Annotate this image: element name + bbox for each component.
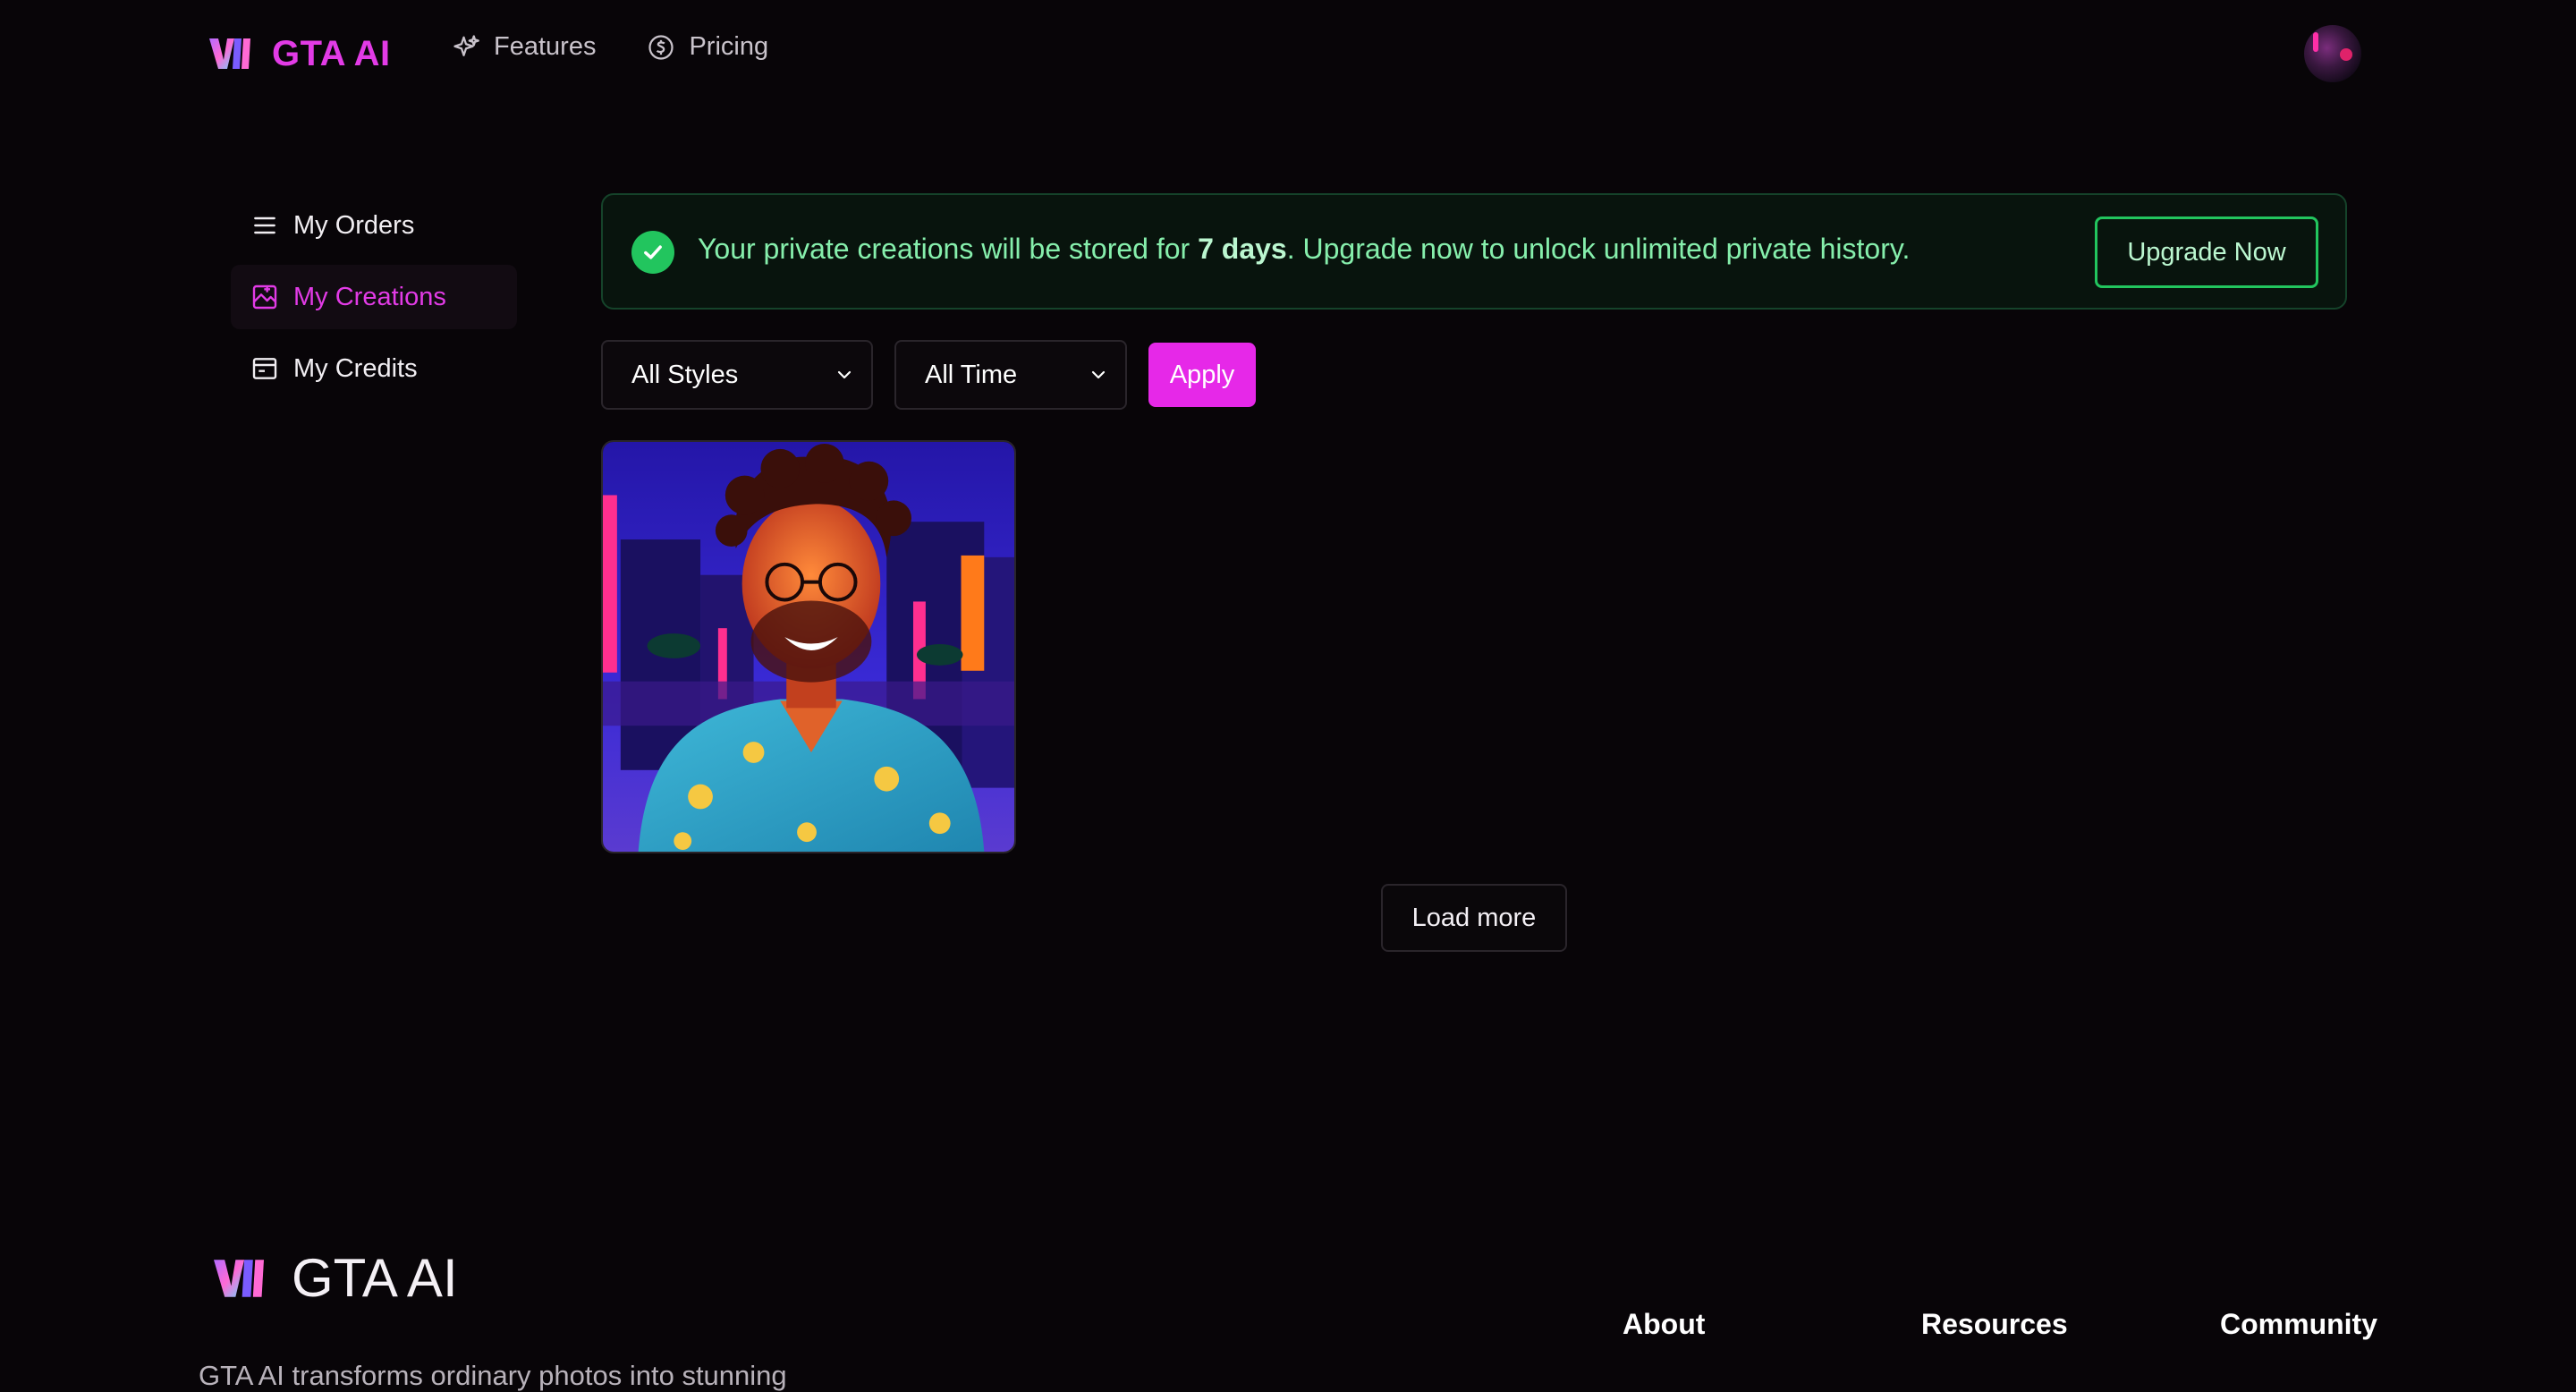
check-circle-icon (631, 231, 674, 274)
account-sidebar: My Orders My Creations My Credits (231, 193, 517, 408)
footer-description: GTA AI transforms ordinary photos into s… (199, 1360, 787, 1391)
sidebar-item-my-credits[interactable]: My Credits (231, 336, 517, 401)
main-nav: Features Pricing (453, 32, 768, 62)
sidebar-item-label: My Credits (293, 353, 418, 383)
notice-retention-period: 7 days (1198, 233, 1287, 265)
creation-thumbnail (603, 442, 1014, 852)
load-more-button[interactable]: Load more (1381, 884, 1567, 952)
nav-features[interactable]: Features (453, 32, 596, 62)
sidebar-item-my-creations[interactable]: My Creations (231, 265, 517, 329)
sidebar-item-my-orders[interactable]: My Orders (231, 193, 517, 258)
style-filter-select[interactable]: All Styles (601, 340, 873, 410)
list-icon (254, 216, 275, 234)
storage-notice-banner: Your private creations will be stored fo… (601, 193, 2347, 310)
wallet-icon (252, 358, 277, 379)
brand-name: GTA AI (272, 33, 391, 73)
upgrade-now-button[interactable]: Upgrade Now (2095, 216, 2318, 288)
footer-heading-about: About (1623, 1308, 1706, 1340)
nav-features-label: Features (494, 32, 597, 61)
footer-brand[interactable]: GTA AI (211, 1247, 458, 1309)
apply-filter-button[interactable]: Apply (1148, 343, 1256, 407)
creation-filters: All Styles All Time Apply (601, 340, 1256, 410)
brand-link[interactable]: GTA AI (208, 27, 391, 81)
sidebar-item-label: My Creations (293, 282, 446, 311)
chevron-down-icon (1091, 370, 1106, 379)
gallery-icon (252, 284, 277, 310)
footer-heading-community: Community (2220, 1308, 2377, 1340)
footer-heading-resources: Resources (1921, 1308, 2068, 1340)
chevron-down-icon (837, 370, 852, 379)
sparkles-icon (453, 34, 479, 56)
creation-card[interactable] (601, 440, 1016, 853)
time-filter-value: All Time (925, 360, 1018, 389)
nav-pricing-label: Pricing (689, 32, 769, 61)
sidebar-item-label: My Orders (293, 210, 415, 240)
user-avatar[interactable] (2304, 25, 2361, 82)
style-filter-value: All Styles (631, 360, 739, 389)
nav-pricing[interactable]: Pricing (648, 32, 768, 62)
footer-brand-name: GTA AI (292, 1248, 458, 1308)
top-nav: GTA AI Features Pricing (0, 0, 2576, 107)
time-filter-select[interactable]: All Time (894, 340, 1127, 410)
gta-logo-icon (209, 38, 250, 69)
notice-message: Your private creations will be stored fo… (698, 233, 1910, 266)
gta-logo-icon (214, 1259, 264, 1297)
notice-text-before: Your private creations will be stored fo… (698, 233, 1199, 265)
notice-text-after: . Upgrade now to unlock unlimited privat… (1286, 233, 1911, 265)
dollar-circle-icon (648, 34, 674, 60)
